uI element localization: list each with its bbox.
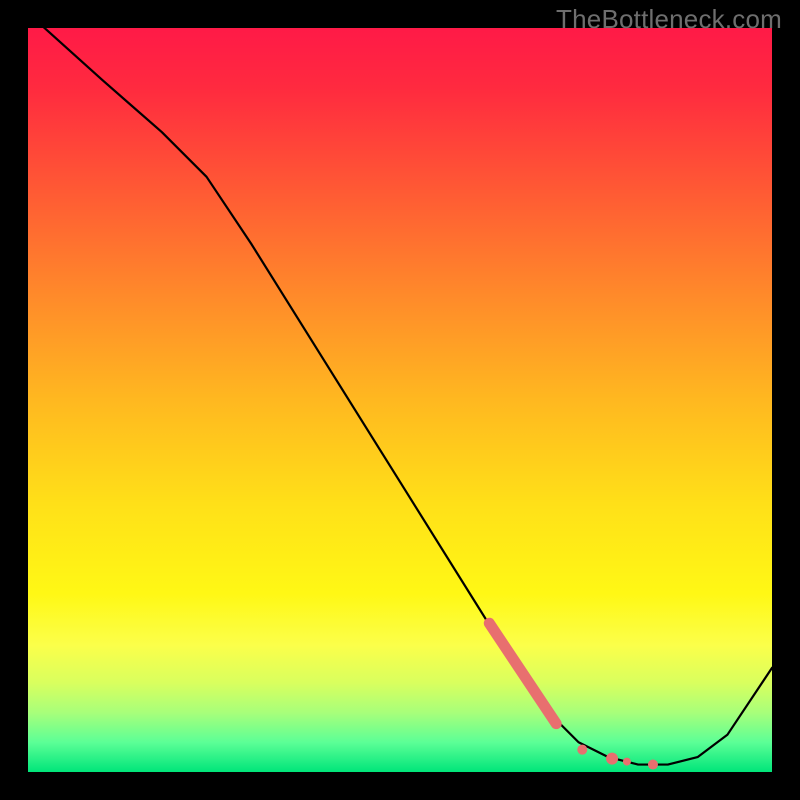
highlight-dot <box>623 758 631 766</box>
highlight-markers <box>489 623 658 769</box>
watermark-text: TheBottleneck.com <box>556 4 782 35</box>
highlight-dot <box>606 753 618 765</box>
highlight-segment <box>489 623 556 723</box>
plot-area <box>28 28 772 772</box>
chart-container: TheBottleneck.com <box>0 0 800 800</box>
chart-overlay-svg <box>28 28 772 772</box>
bottleneck-curve <box>28 28 772 765</box>
highlight-dot <box>648 760 658 770</box>
highlight-dot <box>577 745 587 755</box>
